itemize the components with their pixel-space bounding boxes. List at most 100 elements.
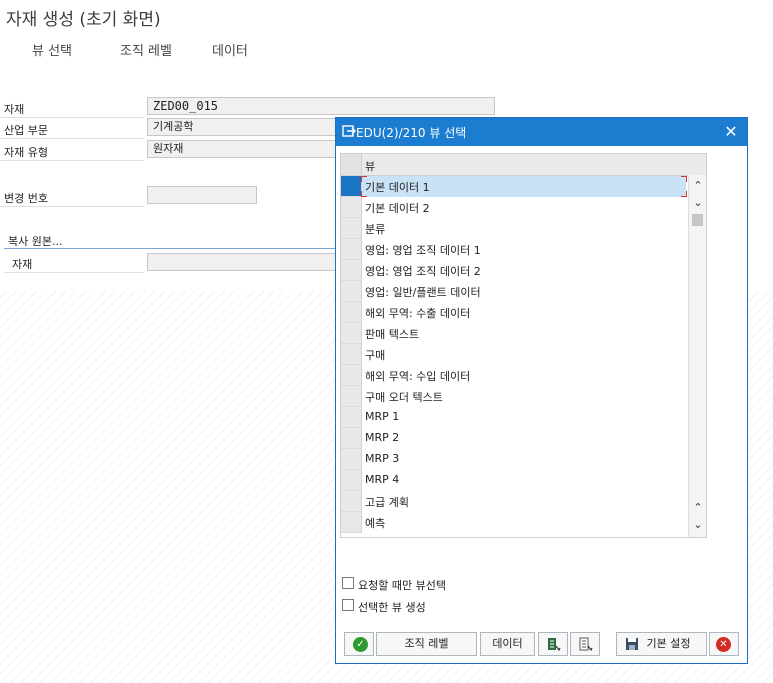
row-selector[interactable] [341,197,362,218]
change-number-label: 변경 번호 [4,192,48,205]
material-field[interactable]: ZED00_015 [147,97,495,115]
list-item-label: 기본 데이터 2 [365,202,430,215]
deselect-all-button[interactable] [570,632,600,656]
row-selector[interactable] [341,176,362,197]
view-list: 뷰 기본 데이터 1 기본 데이터 2 분류 영업: 영업 조직 데이터 1 영… [340,153,707,538]
list-item-label: 예측 [365,517,386,530]
view-selection-dialog: EDU(2)/210 뷰 선택 ✕ 뷰 기본 데이터 1 기본 데이터 2 분류… [335,117,748,664]
list-item[interactable]: 분류 [341,218,686,239]
change-number-field[interactable] [147,186,257,204]
list-item[interactable]: 예측 [341,512,686,533]
section-divider [4,248,335,249]
row-selector[interactable] [341,344,362,365]
row-selector[interactable] [341,386,362,407]
list-item[interactable]: 판매 텍스트 [341,323,686,344]
row-selector[interactable] [341,449,362,470]
request-only-checkbox[interactable] [342,577,354,589]
list-item[interactable]: 구매 오더 텍스트 [341,386,686,407]
row-selector[interactable] [341,260,362,281]
scroll-thumb[interactable] [692,214,703,226]
org-levels-button[interactable]: 조직 레벨 [376,632,477,656]
list-item[interactable]: 영업: 영업 조직 데이터 1 [341,239,686,260]
select-all-button[interactable] [538,632,568,656]
row-selector[interactable] [341,365,362,386]
request-only-label: 요청할 때만 뷰선택 [358,579,446,592]
list-item[interactable]: 해외 무역: 수출 데이터 [341,302,686,323]
list-item-label: 기본 데이터 1 [365,181,430,194]
create-selected-checkbox[interactable] [342,599,354,611]
list-item[interactable]: 구매 [341,344,686,365]
close-icon[interactable]: ✕ [720,121,742,143]
material-type-field[interactable]: 원자재 [147,140,337,158]
data-button[interactable]: 데이터 [480,632,535,656]
list-item-label: 분류 [365,223,386,236]
list-item-label: 구매 [365,349,386,362]
list-item-label: 구매 오더 텍스트 [365,391,443,404]
save-icon [626,638,638,650]
row-selector[interactable] [341,407,362,428]
list-item[interactable]: 기본 데이터 1 [341,176,686,197]
row-selector[interactable] [341,470,362,491]
dialog-window-icon [342,125,356,137]
cancel-button[interactable]: ✕ [709,632,739,656]
divider [0,206,144,207]
create-selected-label: 선택한 뷰 생성 [358,601,426,614]
list-item[interactable]: 영업: 일반/플랜트 데이터 [341,281,686,302]
focus-marker [361,191,367,197]
check-icon: ✓ [353,637,368,652]
default-setting-button[interactable]: 기본 설정 [616,632,707,656]
list-item[interactable]: 영업: 영업 조직 데이터 2 [341,260,686,281]
dialog-title: EDU(2)/210 뷰 선택 [356,126,467,140]
list-item-label: 영업: 영업 조직 데이터 2 [365,265,481,278]
menu-view-selection[interactable]: 뷰 선택 [32,40,72,59]
industry-label: 산업 부문 [4,124,48,137]
list-item[interactable]: 해외 무역: 수입 데이터 [341,365,686,386]
list-item-label: 영업: 영업 조직 데이터 1 [365,244,481,257]
list-item[interactable]: MRP 4 [341,470,686,491]
menu-data[interactable]: 데이터 [212,40,248,59]
row-selector[interactable] [341,491,362,512]
list-item-label: 고급 계획 [365,496,409,509]
column-header-view: 뷰 [365,160,376,173]
row-selector[interactable] [341,239,362,260]
row-selector[interactable] [341,428,362,449]
focus-marker [361,176,367,182]
page-title: 자재 생성 (초기 화면) [6,10,161,30]
divider [0,138,144,139]
list-item-label: 해외 무역: 수출 데이터 [365,307,471,320]
row-selector[interactable] [341,281,362,302]
list-item-label: MRP 3 [365,452,400,465]
scroll-up-icon[interactable]: ⌃ [689,178,706,194]
divider [4,272,144,273]
divider [0,117,144,118]
industry-field[interactable]: 기계공학 [147,118,337,136]
list-item-label: 해외 무역: 수입 데이터 [365,370,471,383]
list-item-label: MRP 2 [365,431,400,444]
list-item[interactable]: 기본 데이터 2 [341,197,686,218]
scroll-down-icon[interactable]: ⌄ [689,195,706,211]
copy-material-field[interactable] [147,253,337,271]
dialog-header: EDU(2)/210 뷰 선택 ✕ [336,118,747,146]
page-down-icon[interactable]: ⌄ [689,517,706,533]
list-scrollbar[interactable]: ⌃ ⌄ ⌃ ⌄ [688,175,706,537]
list-item[interactable]: MRP 1 [341,407,686,428]
list-item-label: MRP 1 [365,410,400,423]
list-item[interactable]: MRP 2 [341,428,686,449]
row-selector[interactable] [341,323,362,344]
list-item[interactable]: 고급 계획 [341,491,686,512]
title-bar: 자재 생성 (초기 화면) [0,0,773,34]
row-selector[interactable] [341,302,362,323]
row-selector[interactable] [341,218,362,239]
copy-from-section-title: 복사 원본... [8,235,63,248]
confirm-button[interactable]: ✓ [344,632,374,656]
default-setting-label: 기본 설정 [646,637,691,650]
dialog-button-bar: ✓ 조직 레벨 데이터 기본 설정 ✕ [340,632,743,656]
page-up-icon[interactable]: ⌃ [689,500,706,516]
select-all-column-header[interactable] [341,154,362,175]
list-item-label: 판매 텍스트 [365,328,420,341]
menu-org-levels[interactable]: 조직 레벨 [120,40,172,59]
cancel-icon: ✕ [716,637,731,652]
list-item[interactable]: MRP 3 [341,449,686,470]
focus-marker [681,191,687,197]
row-selector[interactable] [341,512,362,533]
